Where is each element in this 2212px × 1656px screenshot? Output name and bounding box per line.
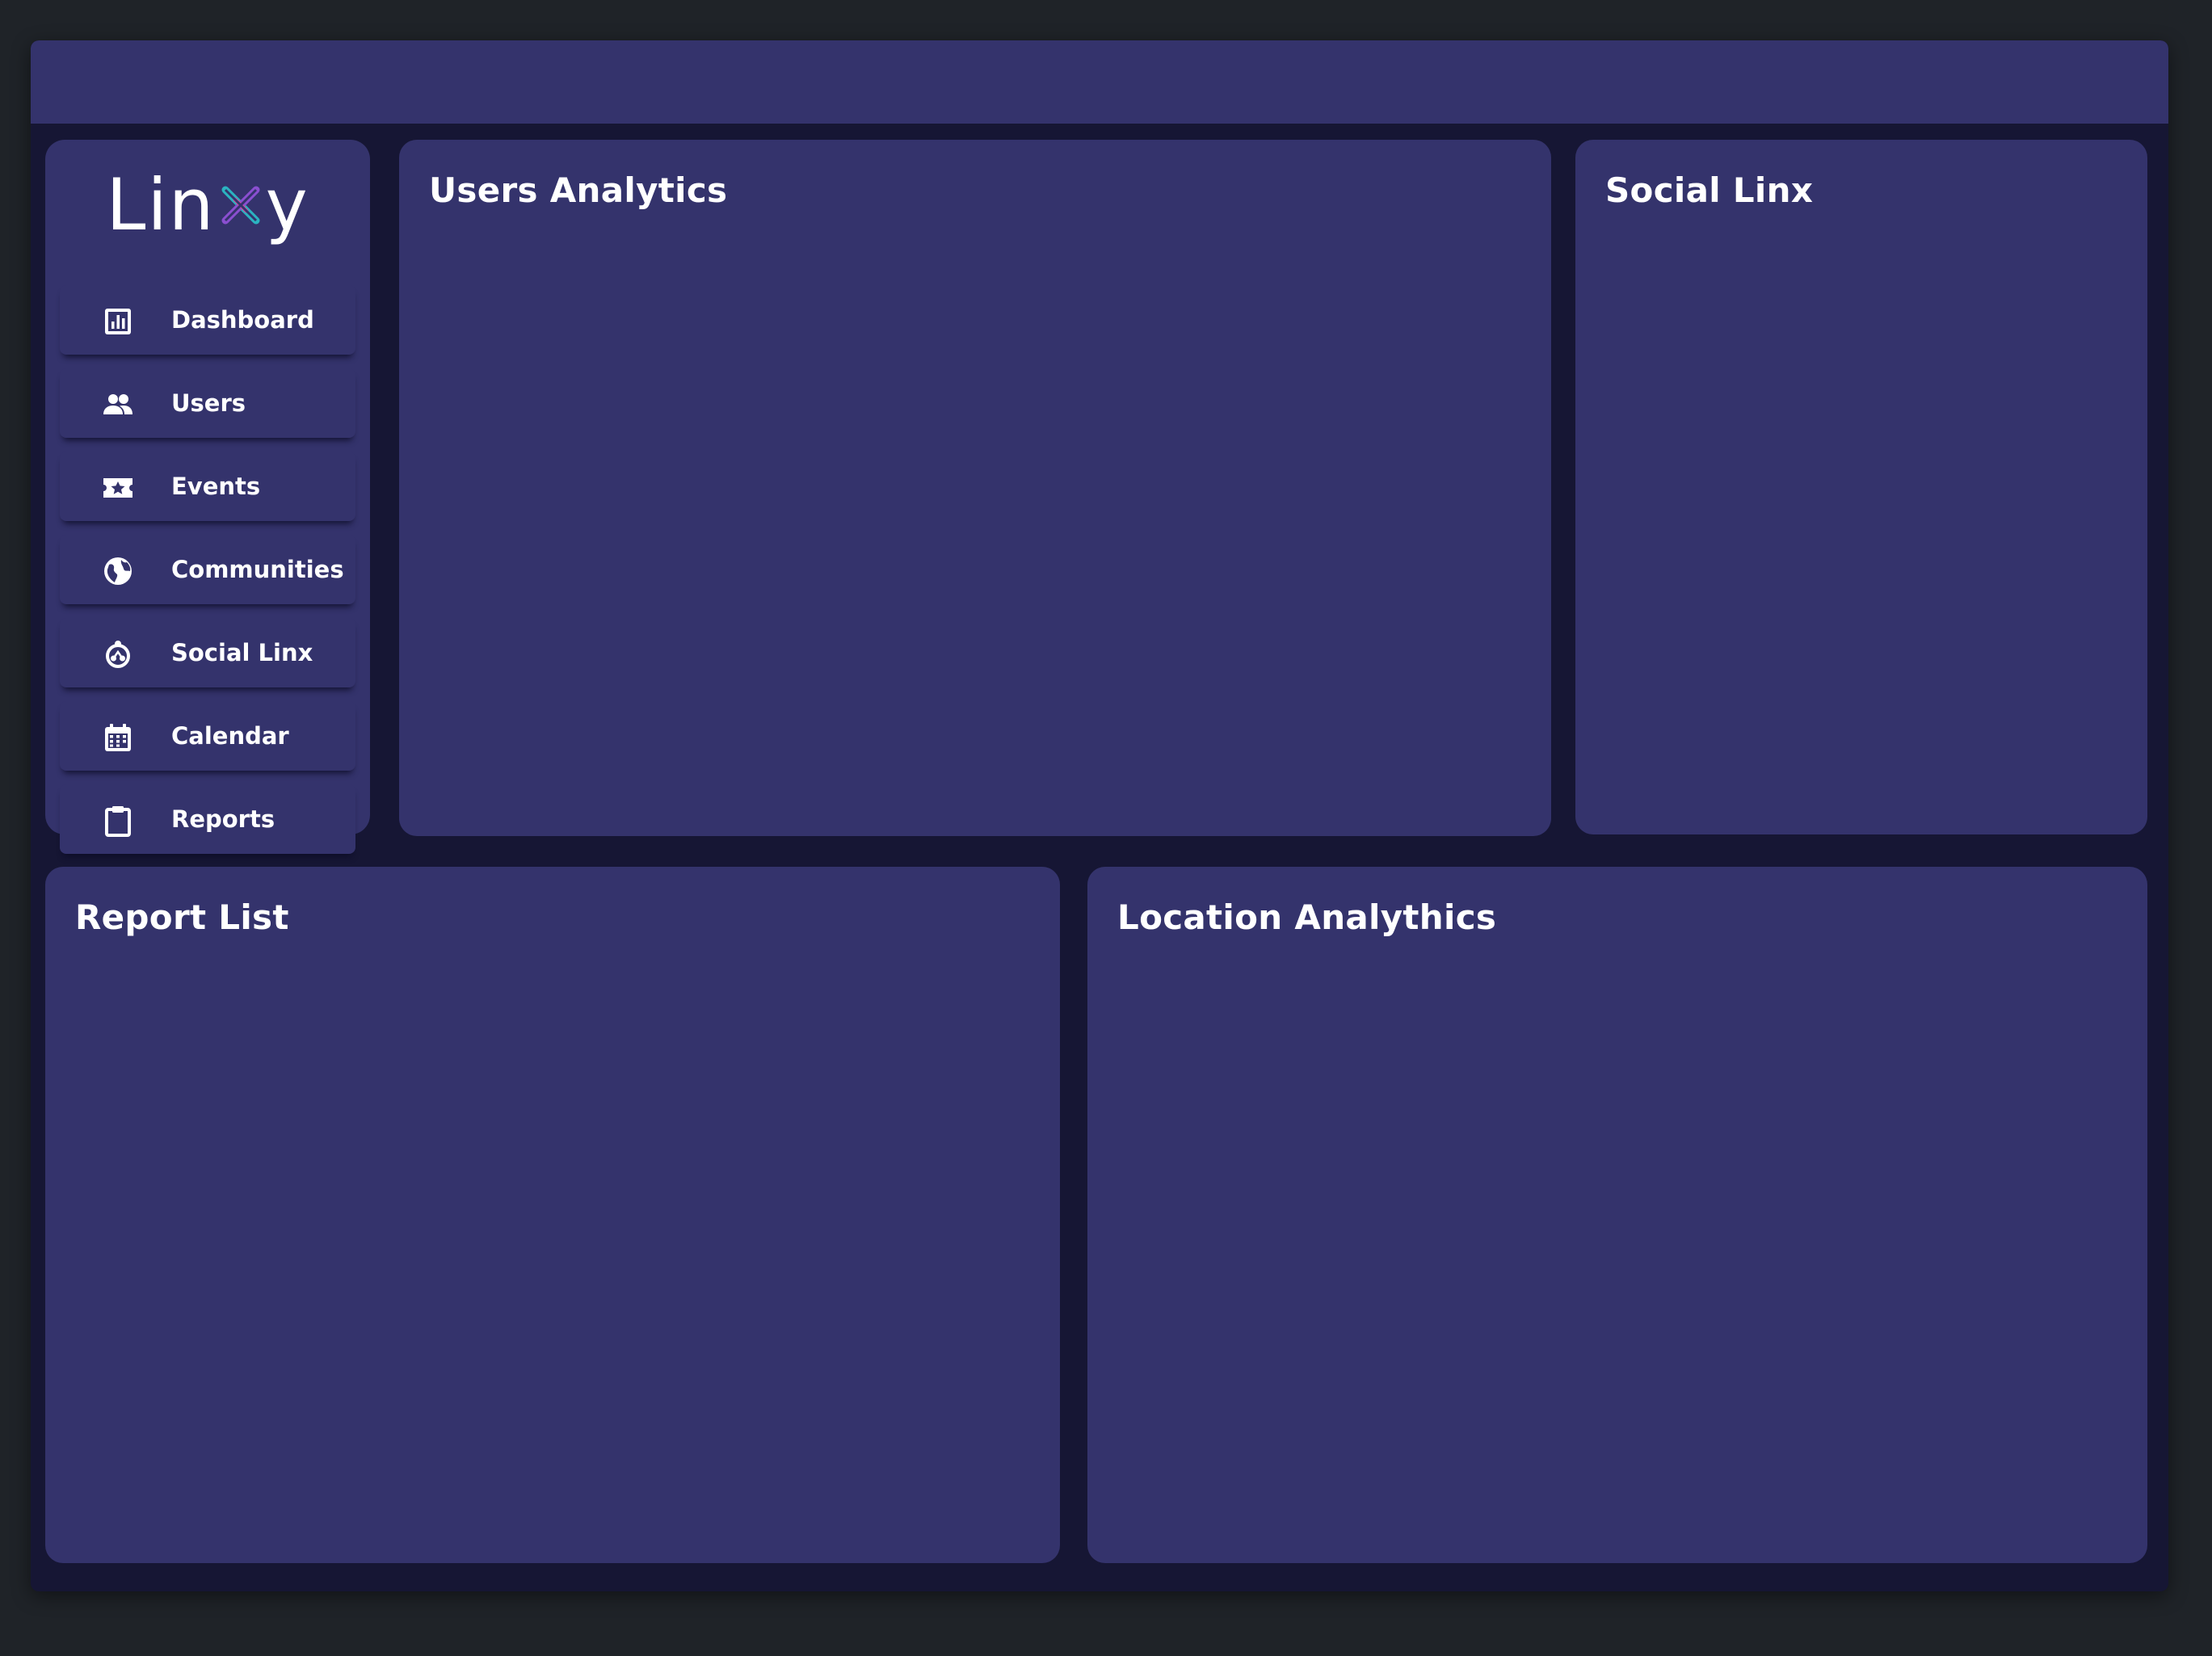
sidebar-item-users[interactable]: Users [60, 368, 355, 438]
report-list-panel: Report List [45, 867, 1060, 1563]
location-analytics-panel: Location Analythics [1087, 867, 2147, 1563]
social-linx-icon [102, 638, 134, 670]
calendar-icon [102, 721, 134, 754]
sidebar-item-label: Communities [171, 556, 344, 583]
users-analytics-panel: Users Analytics [399, 140, 1551, 836]
dashboard-icon [102, 305, 134, 338]
sidebar-item-label: Social Linx [171, 639, 313, 666]
panel-title: Location Analythics [1117, 897, 1497, 937]
panel-title: Report List [75, 897, 289, 937]
sidebar-item-label: Users [171, 389, 246, 417]
sidebar-item-label: Calendar [171, 722, 289, 750]
sidebar-nav: Dashboard Users Events Communities Socia… [60, 285, 355, 868]
logo-text-start: Lin [106, 162, 216, 246]
sidebar: Lin y Dashboard Users Events Communities… [45, 140, 370, 854]
top-bar [31, 40, 2168, 124]
logo-text-end: y [265, 162, 309, 246]
clipboard-icon [102, 805, 134, 837]
sidebar-item-events[interactable]: Events [60, 452, 355, 521]
social-linx-panel: Social Linx [1575, 140, 2147, 834]
logo: Lin y [45, 162, 370, 246]
panel-title: Users Analytics [429, 170, 728, 210]
sidebar-item-dashboard[interactable]: Dashboard [60, 285, 355, 355]
sidebar-item-social-linx[interactable]: Social Linx [60, 618, 355, 687]
panel-title: Social Linx [1605, 170, 1814, 210]
sidebar-item-communities[interactable]: Communities [60, 535, 355, 604]
app-window: Lin y Dashboard Users Events Communities… [31, 40, 2168, 1591]
logo-x-icon [221, 186, 260, 225]
globe-icon [102, 555, 134, 587]
sidebar-item-label: Reports [171, 805, 275, 833]
sidebar-item-label: Dashboard [171, 306, 314, 334]
ticket-icon [102, 472, 134, 504]
sidebar-item-reports[interactable]: Reports [60, 784, 355, 854]
sidebar-item-calendar[interactable]: Calendar [60, 701, 355, 771]
users-icon [102, 389, 134, 421]
sidebar-item-label: Events [171, 473, 261, 500]
